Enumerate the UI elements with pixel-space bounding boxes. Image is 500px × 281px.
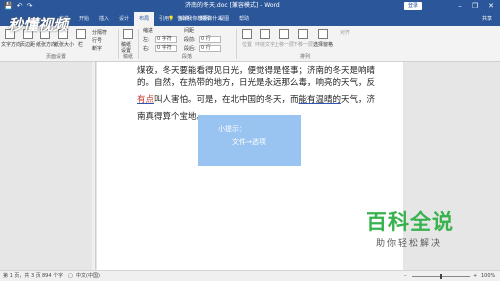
breaks-button[interactable]: 分隔符: [92, 30, 107, 36]
tip-box: 小提示： 文件→选项: [198, 115, 301, 166]
tip-title: 小提示：: [218, 125, 246, 133]
baike-watermark-subtitle: 助你轻松解决: [376, 239, 443, 249]
video-watermark-logo: 秒懂视频: [8, 16, 69, 34]
ribbon-divider: [138, 29, 139, 59]
tell-me-text: 告诉我你想要做什么: [177, 16, 223, 22]
position-label[interactable]: 位置: [242, 42, 252, 48]
underlined-text: 有点: [137, 95, 155, 105]
indent-header: 缩进: [143, 28, 154, 34]
quick-access-toolbar: 💾 ↶ ↷: [4, 2, 32, 10]
wrap-text-label[interactable]: 环绕文字: [255, 42, 275, 48]
document-line: 的。自然，在热带的地方，日光是永远那么毒，响亮的天气，反: [137, 78, 376, 88]
hyphenation-button[interactable]: 断字: [92, 46, 102, 52]
vertical-scrollbar[interactable]: [493, 64, 498, 268]
title-bar: 💾 ↶ ↷ 济南的冬天.doc [兼容模式] - Word 登录 – ❐ ✕: [0, 0, 500, 12]
tell-me-box[interactable]: 💡 告诉我你想要做什么: [168, 15, 222, 23]
window-title: 济南的冬天.doc [兼容模式] - Word: [185, 2, 280, 9]
text-direction-label[interactable]: 文字方向: [1, 42, 21, 48]
ribbon-tabs-bar: 文件 开始 插入 设计 布局 引用 邮件 审阅 视图 帮助 💡 告诉我你想要做什么 共享: [0, 12, 500, 26]
draft-paper-icon[interactable]: [123, 29, 133, 39]
columns-label[interactable]: 栏: [78, 42, 83, 48]
arrange-group-label: 排列: [300, 54, 311, 60]
draft-settings-label[interactable]: 稿纸设置: [121, 42, 135, 54]
lightbulb-icon: 💡: [168, 16, 175, 22]
indent-right-field[interactable]: 0 字符: [155, 45, 177, 52]
margins-label[interactable]: 页边距: [20, 42, 35, 48]
zoom-slider-handle[interactable]: [440, 274, 442, 279]
spacing-header: 间距: [184, 28, 195, 34]
redo-icon[interactable]: ↷: [27, 2, 33, 10]
ribbon: 文字方向 页边距 纸张方向 纸张大小 栏 分隔符 行号 断字 页面设置 稿纸设置…: [0, 26, 500, 62]
indent-left-label: 左:: [143, 37, 150, 43]
zoom-in-button[interactable]: +: [473, 272, 477, 281]
tab-9[interactable]: 帮助: [234, 12, 254, 26]
close-icon[interactable]: ✕: [488, 1, 494, 11]
baike-watermark-title: 百科全说: [366, 210, 454, 234]
undo-icon[interactable]: ↶: [17, 2, 23, 10]
minimize-icon[interactable]: –: [458, 1, 462, 11]
status-bar: 第 1 页，共 3 页 894 个字 ▢ 中文(中国) – + 100%: [0, 270, 500, 281]
paragraph-group-label: 段落: [182, 54, 193, 60]
spacing-after-label: 段后:: [184, 46, 196, 52]
page-setup-group-label: 页面设置: [46, 54, 67, 60]
login-button[interactable]: 登录: [404, 2, 422, 10]
document-line: 有点叫人害怕。可是，在北中国的冬天，而能有温晴的天气，济: [137, 93, 375, 105]
orientation-label[interactable]: 纸张方向: [36, 42, 56, 48]
draft-group-label: 稿纸: [123, 54, 134, 60]
align-button[interactable]: 对齐: [340, 30, 350, 36]
spacing-before-field[interactable]: 0 行: [199, 36, 221, 43]
proofing-icon[interactable]: ▢: [68, 272, 73, 281]
restore-icon[interactable]: ❐: [472, 1, 478, 11]
send-backward-label[interactable]: 下移一层: [293, 42, 313, 48]
window-controls: – ❐ ✕: [458, 1, 494, 11]
tab-2[interactable]: 插入: [94, 12, 114, 26]
share-button[interactable]: 共享: [482, 15, 492, 23]
indent-right-label: 右:: [143, 46, 150, 52]
spacing-before-label: 段前:: [184, 37, 196, 43]
position-icon[interactable]: [242, 29, 252, 39]
zoom-level[interactable]: 100%: [481, 272, 495, 281]
vertical-ruler: [92, 62, 96, 270]
bring-forward-icon[interactable]: [279, 29, 289, 39]
language-status[interactable]: 中文(中国): [76, 272, 100, 281]
tab-4[interactable]: 布局: [134, 12, 155, 26]
wrap-text-icon[interactable]: [260, 29, 270, 39]
word-count[interactable]: 894 个字: [42, 272, 63, 281]
ribbon-tabs: 文件 开始 插入 设计 布局 引用 邮件 审阅 视图 帮助: [54, 12, 254, 26]
line-numbers-button[interactable]: 行号: [92, 38, 102, 44]
document-line: 煤夜，冬天要能看得见日光，便觉得是怪事；济南的冬天是响晴: [137, 66, 376, 76]
columns-icon[interactable]: [76, 29, 86, 39]
document-page[interactable]: 煤夜，冬天要能看得见日光，便觉得是怪事；济南的冬天是响晴 的。自然，在热带的地方…: [97, 62, 403, 270]
ribbon-divider: [118, 29, 119, 59]
send-backward-icon[interactable]: [298, 29, 308, 39]
selection-pane-label[interactable]: 选择窗格: [313, 42, 333, 48]
indent-left-field[interactable]: 0 字符: [155, 36, 177, 43]
document-line: 南真得算个宝地。: [137, 112, 206, 122]
spacing-after-field[interactable]: 0 行: [199, 45, 221, 52]
underlined-text: 能有温晴的: [298, 95, 342, 105]
tab-3[interactable]: 设计: [114, 12, 134, 26]
text-run: 天气，济: [341, 95, 376, 105]
text-run: 叫人害怕。可是，在北中国的冬天，而: [154, 95, 299, 105]
bring-forward-label[interactable]: 上移一层: [274, 42, 294, 48]
tip-body: 文件→选项: [232, 138, 266, 146]
zoom-out-button[interactable]: –: [404, 272, 407, 281]
page-count[interactable]: 第 1 页，共 3 页: [3, 272, 41, 281]
tab-1[interactable]: 开始: [74, 12, 94, 26]
selection-pane-icon[interactable]: [318, 29, 328, 39]
save-icon[interactable]: 💾: [4, 2, 13, 10]
ribbon-divider: [236, 29, 237, 59]
paper-size-label[interactable]: 纸张大小: [54, 42, 74, 48]
